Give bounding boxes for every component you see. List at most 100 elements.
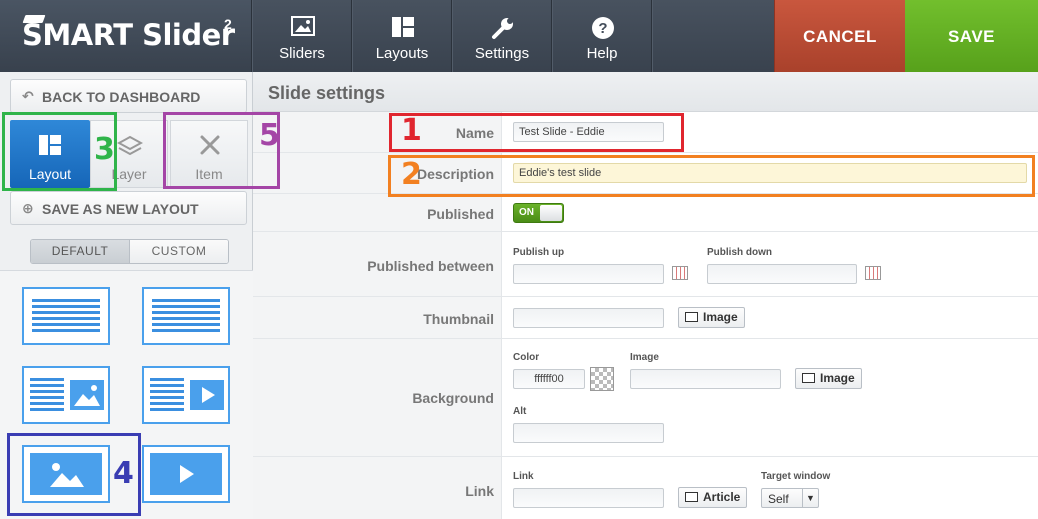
toggle-knob (540, 205, 562, 221)
article-button-label: Article (703, 490, 741, 504)
nav-layouts-label: Layouts (375, 45, 429, 62)
page-title: Slide settings (268, 83, 386, 103)
background-image-button-label: Image (820, 371, 855, 385)
image-icon (291, 16, 315, 36)
published-toggle[interactable]: ON (513, 203, 564, 223)
calendar-icon[interactable] (672, 266, 688, 280)
published-between-row: Published between Publish up Publish dow… (253, 232, 1038, 297)
nav-sliders[interactable]: Sliders (252, 0, 352, 72)
name-input[interactable]: Test Slide - Eddie (513, 122, 664, 142)
name-label: Name (455, 125, 494, 141)
publish-down-label: Publish down (707, 247, 772, 258)
layout-text-only[interactable] (22, 287, 110, 345)
description-textarea[interactable]: Eddie's test slide (513, 163, 1027, 183)
thumbnail-label: Thumbnail (423, 311, 494, 327)
tab-layer-label: Layer (111, 166, 147, 182)
publish-down-input[interactable] (707, 264, 857, 284)
editor-tabs: Layout Layer Item (0, 114, 253, 192)
save-button[interactable]: SAVE (905, 0, 1038, 72)
link-input[interactable] (513, 488, 664, 508)
link-input-label: Link (513, 471, 534, 482)
description-label: Description (416, 166, 494, 182)
link-row: Link Link Article Target window Self ▼ (253, 457, 1038, 519)
annotation-number-4: 4 (113, 456, 134, 491)
tab-item[interactable]: Item (170, 120, 248, 188)
text-lines-icon (30, 378, 64, 414)
annotation-number-2: 2 (401, 157, 422, 192)
image-icon (685, 312, 698, 322)
thumbnail-row: Thumbnail Image (253, 297, 1038, 339)
layers-icon (117, 135, 143, 156)
annotation-number-1: 1 (401, 113, 422, 148)
sidebar: ↶ BACK TO DASHBOARD Layout Layer Item ⊕ … (0, 72, 253, 519)
nav-help-label: Help (586, 45, 618, 62)
color-label: Color (513, 352, 540, 363)
tools-icon (200, 135, 220, 155)
video-placeholder-icon (190, 380, 224, 410)
article-button[interactable]: Article (678, 487, 748, 508)
text-lines-icon (32, 299, 100, 335)
color-picker-swatch[interactable] (590, 367, 614, 391)
logo: SMART Slider 2 (0, 0, 252, 72)
thumbnail-image-button[interactable]: Image (678, 307, 745, 328)
save-as-new-layout-label: SAVE AS NEW LAYOUT (42, 201, 199, 217)
chevron-down-icon: ▼ (802, 489, 818, 507)
calendar-icon[interactable] (865, 266, 881, 280)
nav-sliders-label: Sliders (279, 45, 325, 62)
target-window-label: Target window (761, 471, 831, 482)
background-row: Background Color ffffff00 Image Image Al… (253, 339, 1038, 457)
published-between-label: Published between (367, 258, 494, 274)
back-to-dashboard-label: BACK TO DASHBOARD (42, 89, 201, 105)
layout-video-only[interactable] (142, 445, 230, 503)
background-label: Background (412, 390, 494, 406)
layout-icon (39, 135, 61, 155)
filter-custom-button[interactable]: CUSTOM (130, 240, 228, 263)
text-lines-icon (152, 299, 220, 335)
article-icon (685, 492, 698, 502)
panel-header: Slide settings (253, 72, 1038, 112)
alt-input[interactable] (513, 423, 664, 443)
question-icon: ? (592, 17, 614, 39)
background-image-input[interactable] (630, 369, 781, 389)
description-row: Description Eddie's test slide (253, 153, 1038, 194)
wrench-icon (492, 18, 513, 39)
nav-help[interactable]: ? Help (552, 0, 652, 72)
filter-default-button[interactable]: DEFAULT (31, 240, 130, 263)
publish-up-input[interactable] (513, 264, 664, 284)
slide-settings-panel: Slide settings Name Test Slide - Eddie D… (253, 72, 1038, 519)
logo-superscript: 2 (224, 16, 232, 32)
alt-label: Alt (513, 406, 527, 417)
top-bar: SMART Slider 2 Sliders Layouts Settings … (0, 0, 1038, 72)
thumbnail-input[interactable] (513, 308, 664, 328)
layout-text-image[interactable] (22, 366, 110, 424)
published-row: Published ON (253, 194, 1038, 232)
nav-spacer (652, 0, 774, 72)
save-as-new-layout-button[interactable]: ⊕ SAVE AS NEW LAYOUT (10, 191, 247, 225)
image-placeholder-icon (70, 380, 104, 410)
annotation-number-3: 3 (94, 132, 115, 167)
publish-up-label: Publish up (513, 247, 565, 258)
logo-text: SMART Slider (22, 18, 235, 52)
nav-settings[interactable]: Settings (452, 0, 552, 72)
back-to-dashboard-button[interactable]: ↶ BACK TO DASHBOARD (10, 79, 247, 113)
color-input[interactable]: ffffff00 (513, 369, 585, 389)
tab-layout[interactable]: Layout (10, 120, 90, 188)
layout-text-video[interactable] (142, 366, 230, 424)
nav-layouts[interactable]: Layouts (352, 0, 452, 72)
background-image-label: Image (630, 352, 659, 363)
link-label: Link (465, 483, 494, 499)
target-window-select[interactable]: Self ▼ (761, 488, 819, 508)
video-placeholder-icon (150, 453, 222, 495)
layout-text-only-alt[interactable] (142, 287, 230, 345)
cancel-button[interactable]: CANCEL (774, 0, 905, 72)
layout-image-only[interactable] (22, 445, 110, 503)
background-image-button[interactable]: Image (795, 368, 862, 389)
image-placeholder-icon (30, 453, 102, 495)
layout-icon (392, 17, 414, 37)
tab-layout-label: Layout (28, 166, 72, 182)
annotation-number-5: 5 (259, 118, 280, 153)
layout-filter-toggle: DEFAULT CUSTOM (30, 239, 229, 264)
name-row: Name Test Slide - Eddie (253, 112, 1038, 153)
tab-item-label: Item (195, 166, 223, 182)
nav-settings-label: Settings (474, 45, 530, 62)
